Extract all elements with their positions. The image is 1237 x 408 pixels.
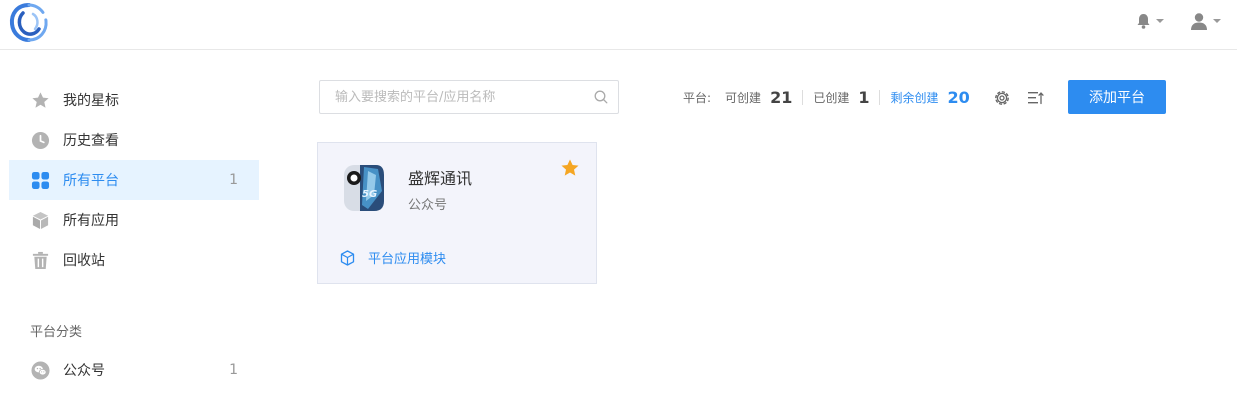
section-title-platform-category: 平台分类 bbox=[30, 325, 83, 340]
sidebar-item-label: 公众号 bbox=[63, 363, 105, 379]
chevron-down-icon bbox=[1213, 19, 1221, 23]
divider bbox=[802, 89, 804, 105]
stats-created-value: 1 bbox=[858, 87, 870, 107]
stats-can-create-label: 可创建 bbox=[725, 90, 762, 105]
search-input[interactable] bbox=[320, 81, 590, 113]
sidebar-item-all-apps[interactable]: 所有应用 bbox=[9, 200, 259, 240]
platform-app-module-link[interactable]: 平台应用模块 bbox=[340, 248, 446, 267]
sidebar-item-label: 所有应用 bbox=[63, 213, 119, 229]
bell-icon bbox=[1137, 14, 1150, 29]
sidebar-item-label: 回收站 bbox=[63, 253, 105, 269]
sidebar-item-official-account[interactable]: 公众号 1 bbox=[9, 350, 259, 390]
stats-can-create-value: 21 bbox=[770, 87, 793, 107]
search-icon[interactable] bbox=[594, 90, 608, 104]
sidebar-item-label: 所有平台 bbox=[63, 173, 119, 189]
wechat-icon bbox=[30, 360, 50, 380]
category-nav: 公众号 1 bbox=[9, 350, 259, 390]
sidebar: 我的星标 历史查看 所有平台 1 所有应用 回收站 平台分类 公众号 1 bbox=[0, 50, 260, 408]
sidebar-item-recycle-bin[interactable]: 回收站 bbox=[9, 240, 259, 280]
sidebar-item-all-platforms[interactable]: 所有平台 1 bbox=[9, 160, 259, 200]
divider bbox=[879, 89, 881, 105]
platform-stats: 平台: 可创建 21 已创建 1 剩余创建 20 bbox=[683, 86, 970, 108]
stats-remaining-value: 20 bbox=[947, 87, 970, 107]
top-bar bbox=[0, 0, 1237, 50]
trash-icon bbox=[30, 250, 50, 270]
clock-icon bbox=[30, 130, 50, 150]
platform-avatar: 5G bbox=[344, 165, 384, 211]
sort-list-icon[interactable] bbox=[1027, 89, 1045, 107]
sidebar-item-label: 我的星标 bbox=[63, 93, 119, 109]
chevron-down-icon bbox=[1156, 19, 1164, 23]
search-box bbox=[319, 80, 619, 114]
platform-name: 盛辉通讯 bbox=[408, 169, 473, 188]
star-icon[interactable] bbox=[560, 158, 580, 178]
sidebar-nav: 我的星标 历史查看 所有平台 1 所有应用 回收站 bbox=[9, 80, 259, 280]
sidebar-item-starred[interactable]: 我的星标 bbox=[9, 80, 259, 120]
star-icon bbox=[30, 90, 50, 110]
platform-card[interactable]: 5G 盛辉通讯 公众号 平台应用模块 bbox=[317, 142, 597, 284]
notification-dropdown[interactable] bbox=[1136, 13, 1164, 29]
gear-icon[interactable] bbox=[993, 89, 1011, 107]
sidebar-item-history[interactable]: 历史查看 bbox=[9, 120, 259, 160]
platform-app-module-label: 平台应用模块 bbox=[368, 252, 447, 267]
sidebar-item-count: 1 bbox=[229, 362, 238, 378]
stats-remaining-label: 剩余创建 bbox=[890, 90, 939, 105]
platform-type: 公众号 bbox=[408, 198, 448, 213]
add-platform-button[interactable]: 添加平台 bbox=[1068, 80, 1166, 114]
stats-platform-label: 平台: bbox=[683, 90, 712, 105]
cube-icon bbox=[30, 210, 50, 230]
user-dropdown[interactable] bbox=[1190, 12, 1221, 30]
cube-outline-icon bbox=[340, 249, 355, 266]
user-icon bbox=[1191, 13, 1207, 30]
grid-icon bbox=[30, 170, 50, 190]
svg-text:5G: 5G bbox=[362, 189, 377, 200]
stats-created-label: 已创建 bbox=[813, 90, 850, 105]
sidebar-item-label: 历史查看 bbox=[63, 133, 119, 149]
logo-icon[interactable] bbox=[7, 1, 51, 43]
sidebar-item-count: 1 bbox=[229, 172, 238, 188]
